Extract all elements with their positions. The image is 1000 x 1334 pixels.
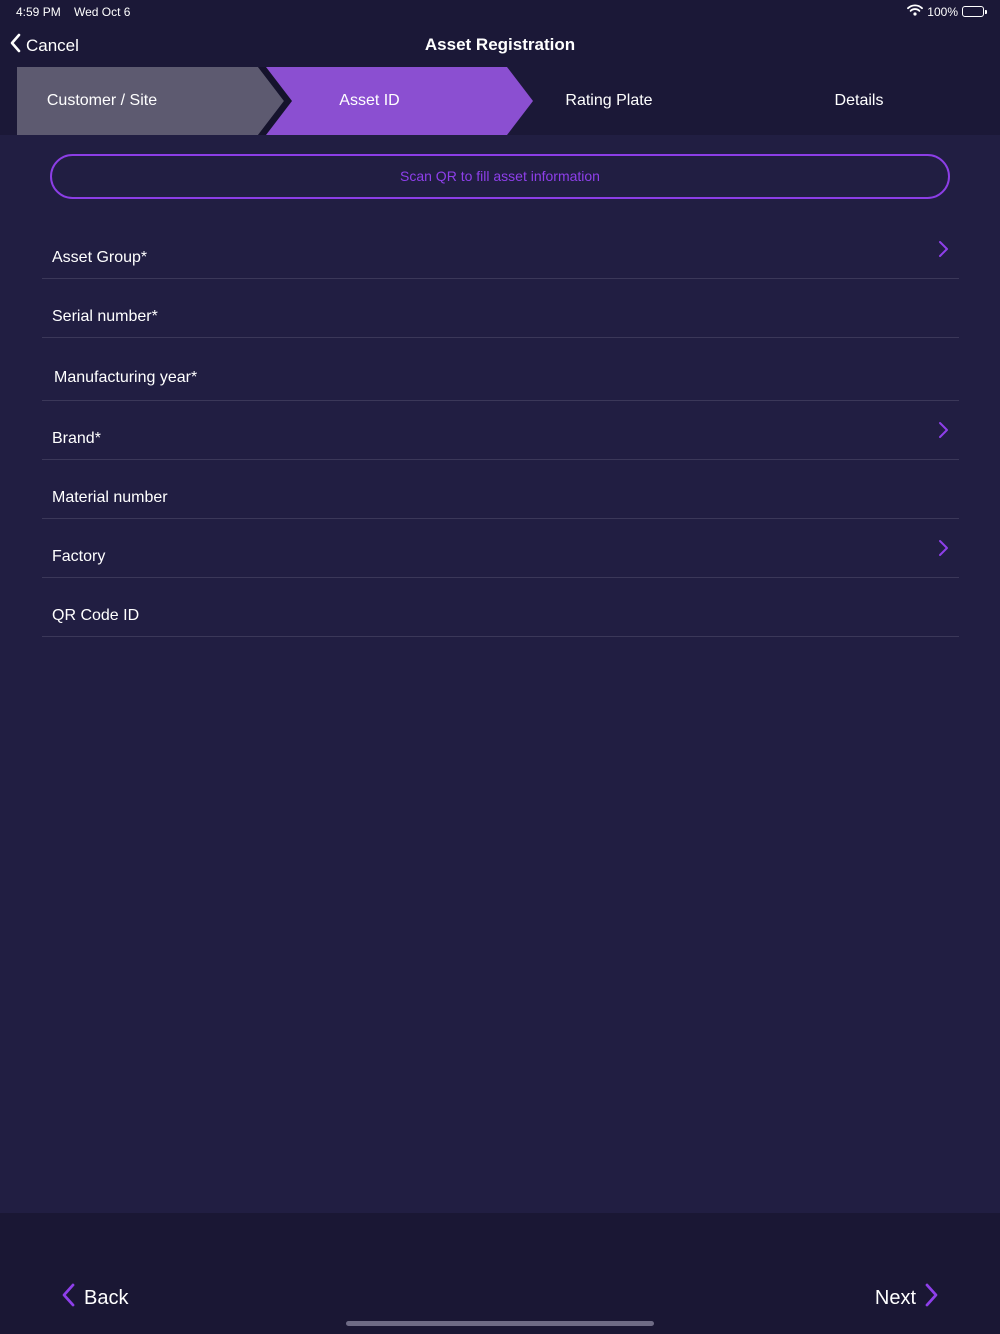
brand-label: Brand* xyxy=(52,430,101,447)
next-button[interactable]: Next xyxy=(875,1282,940,1314)
qr-code-id-field[interactable]: QR Code ID xyxy=(42,578,959,637)
header: 4:59 PM Wed Oct 6 100% Cancel Asset Regi… xyxy=(0,0,1000,135)
status-date: Wed Oct 6 xyxy=(74,5,131,19)
step-rating-plate[interactable]: Rating Plate xyxy=(534,67,684,135)
progress-stepper: Customer / Site Asset ID Rating Plate De… xyxy=(0,67,1000,135)
status-indicators: 100% xyxy=(907,4,987,19)
status-time: 4:59 PM xyxy=(16,5,61,19)
step-asset-id[interactable]: Asset ID xyxy=(292,67,447,135)
material-number-label: Material number xyxy=(52,489,168,506)
back-label: Back xyxy=(84,1286,129,1309)
home-indicator xyxy=(346,1321,654,1326)
manufacturing-year-field[interactable]: Manufacturing year* xyxy=(42,338,959,401)
back-button[interactable]: Back xyxy=(60,1282,128,1314)
chevron-right-icon xyxy=(937,539,949,562)
scan-qr-button[interactable]: Scan QR to fill asset information xyxy=(50,154,950,199)
chevron-left-icon xyxy=(60,1282,84,1314)
qr-code-id-label: QR Code ID xyxy=(52,607,140,624)
serial-number-field[interactable]: Serial number* xyxy=(42,279,959,338)
manufacturing-year-label: Manufacturing year* xyxy=(54,369,198,386)
asset-group-label: Asset Group* xyxy=(52,249,148,266)
factory-field[interactable]: Factory xyxy=(42,519,959,578)
chevron-right-icon xyxy=(937,421,949,444)
serial-number-label: Serial number* xyxy=(52,308,158,325)
step-details[interactable]: Details xyxy=(784,67,934,135)
battery-icon xyxy=(962,6,987,17)
chevron-right-icon xyxy=(937,240,949,263)
status-bar: 4:59 PM Wed Oct 6 100% xyxy=(0,0,1000,24)
battery-percentage: 100% xyxy=(927,4,958,19)
factory-label: Factory xyxy=(52,548,106,565)
footer-bar: Back Next xyxy=(0,1213,1000,1334)
page-title: Asset Registration xyxy=(424,35,576,54)
asset-group-field[interactable]: Asset Group* xyxy=(42,218,959,279)
brand-field[interactable]: Brand* xyxy=(42,401,959,460)
wifi-icon xyxy=(907,4,924,19)
next-label: Next xyxy=(874,1286,916,1309)
material-number-field[interactable]: Material number xyxy=(42,460,959,519)
chevron-right-icon xyxy=(916,1282,940,1314)
step-customer-site[interactable]: Customer / Site xyxy=(17,67,187,135)
